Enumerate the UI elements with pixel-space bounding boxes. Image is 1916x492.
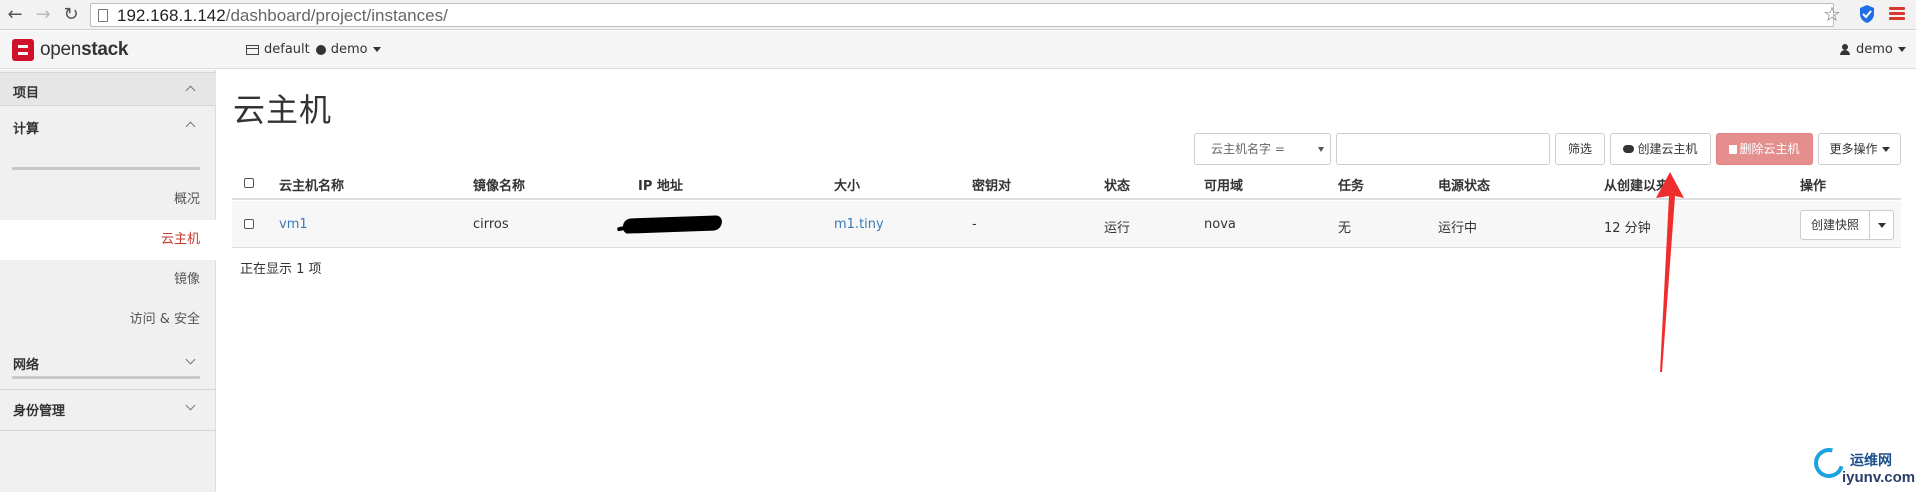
- column-header-task[interactable]: 任务: [1338, 175, 1364, 194]
- sidebar-section-compute[interactable]: 计算: [0, 114, 216, 144]
- url-host: 192.168.1.142: [117, 6, 226, 25]
- table-header: 云主机名称 镜像名称 IP 地址 大小 密钥对 状态 可用域 任务 电源状态 从…: [232, 166, 1901, 200]
- redaction-mark: [622, 215, 723, 234]
- chevron-down-icon: [185, 400, 196, 411]
- browser-menu-icon[interactable]: [1889, 7, 1905, 21]
- sidebar-section-label: 身份管理: [13, 404, 66, 419]
- openstack-logo-icon: [12, 39, 34, 61]
- logo-text: openstack: [40, 39, 129, 60]
- column-header-name[interactable]: 云主机名称: [279, 175, 344, 194]
- select-arrow-icon: [1318, 147, 1324, 152]
- column-header-size[interactable]: 大小: [834, 175, 860, 194]
- sidebar-section-label: 网络: [13, 358, 40, 373]
- page-icon: [98, 9, 108, 22]
- column-header-power[interactable]: 电源状态: [1438, 175, 1490, 194]
- sidebar: 项目 计算 概况 云主机 镜像 访问 & 安全 网络 身份管理: [0, 70, 216, 492]
- chevron-up-icon: [185, 121, 196, 132]
- sidebar-item-overview[interactable]: 概况: [0, 180, 216, 220]
- sidebar-divider: [0, 430, 216, 431]
- forward-arrow-icon[interactable]: →: [32, 3, 54, 27]
- filter-field-label: 云主机名字 =: [1211, 142, 1285, 156]
- caret-down-icon: [1897, 47, 1906, 52]
- section-underline: [12, 376, 200, 379]
- filter-input[interactable]: [1336, 133, 1550, 165]
- column-header-age[interactable]: 从创建以来: [1604, 175, 1669, 194]
- column-header-image[interactable]: 镜像名称: [473, 175, 525, 194]
- url-path: /dashboard/project/instances/: [225, 6, 448, 25]
- section-underline: [12, 167, 200, 170]
- sidebar-divider: [0, 389, 216, 390]
- page-title: 云主机: [233, 91, 333, 129]
- user-name: demo: [1856, 42, 1893, 57]
- sidebar-item-images[interactable]: 镜像: [0, 260, 216, 300]
- create-snapshot-button[interactable]: 创建快照: [1801, 211, 1870, 239]
- trash-icon: [1729, 145, 1738, 154]
- project-switcher[interactable]: default demo: [246, 42, 381, 57]
- watermark-en: iyunv.com: [1842, 469, 1916, 486]
- instance-age: 12 分钟: [1604, 221, 1651, 236]
- create-instance-label: 创建云主机: [1637, 142, 1698, 156]
- project-name: demo: [330, 42, 368, 57]
- sidebar-item-access-security[interactable]: 访问 & 安全: [0, 300, 216, 340]
- instance-image: cirros: [473, 217, 509, 232]
- row-actions-dropdown-toggle[interactable]: [1871, 211, 1893, 239]
- row-action-group: 创建快照: [1800, 210, 1894, 240]
- instance-zone: nova: [1204, 217, 1236, 232]
- reload-icon[interactable]: ↻: [60, 3, 82, 27]
- row-checkbox[interactable]: [244, 219, 254, 229]
- instance-power-state: 运行中: [1438, 221, 1478, 236]
- filter-field-select[interactable]: 云主机名字 =: [1194, 133, 1331, 165]
- chevron-up-icon: [185, 85, 196, 96]
- column-header-ip[interactable]: IP 地址: [638, 175, 683, 194]
- user-icon: [1840, 44, 1850, 55]
- dot-separator-icon: [315, 44, 326, 55]
- domain-name: default: [264, 42, 310, 57]
- instance-task: 无: [1338, 221, 1352, 236]
- caret-down-icon: [372, 47, 381, 52]
- watermark-logo: 运维网 iyunv.com: [1808, 442, 1916, 492]
- delete-instances-label: 删除云主机: [1739, 142, 1800, 156]
- browser-toolbar: ← → ↻ 192.168.1.142/dashboard/project/in…: [0, 0, 1916, 30]
- address-bar[interactable]: 192.168.1.142/dashboard/project/instance…: [90, 3, 1834, 27]
- select-all-checkbox[interactable]: [244, 178, 254, 188]
- openstack-logo[interactable]: openstack: [12, 39, 128, 61]
- sidebar-item-instances[interactable]: 云主机: [0, 220, 216, 260]
- cloud-upload-icon: [1623, 145, 1635, 153]
- instance-size-link[interactable]: m1.tiny: [834, 217, 884, 232]
- column-header-zone[interactable]: 可用域: [1204, 175, 1243, 194]
- filter-button[interactable]: 筛选: [1555, 133, 1605, 165]
- instance-status: 运行: [1104, 221, 1131, 236]
- column-header-actions: 操作: [1800, 179, 1827, 194]
- app-header: openstack default demo demo: [0, 31, 1916, 69]
- watermark-cn: 运维网: [1850, 453, 1892, 469]
- delete-instances-button[interactable]: 删除云主机: [1716, 133, 1813, 165]
- domain-icon: [246, 44, 259, 55]
- more-actions-label: 更多操作: [1829, 142, 1878, 156]
- more-actions-button[interactable]: 更多操作: [1818, 133, 1901, 165]
- chevron-down-icon: [185, 354, 196, 365]
- sidebar-section-project[interactable]: 项目: [0, 72, 216, 106]
- column-header-status[interactable]: 状态: [1104, 175, 1130, 194]
- shield-extension-icon[interactable]: [1858, 4, 1876, 24]
- back-arrow-icon[interactable]: ←: [4, 3, 26, 27]
- instance-keypair: -: [972, 217, 977, 232]
- column-header-keypair[interactable]: 密钥对: [972, 175, 1011, 194]
- user-menu[interactable]: demo: [1840, 42, 1906, 57]
- bookmark-star-icon[interactable]: ☆: [1823, 2, 1841, 26]
- caret-down-icon: [1881, 147, 1890, 152]
- instance-name-link[interactable]: vm1: [279, 217, 308, 232]
- sidebar-section-label: 计算: [13, 122, 40, 137]
- table-row: vm1 cirros m1.tiny - 运行 nova 无 运行中 12 分钟…: [232, 201, 1901, 248]
- create-instance-button[interactable]: 创建云主机: [1610, 133, 1711, 165]
- sidebar-section-identity[interactable]: 身份管理: [0, 400, 216, 426]
- sidebar-section-label: 项目: [13, 86, 40, 101]
- url-text[interactable]: 192.168.1.142/dashboard/project/instance…: [117, 6, 448, 26]
- item-count: 正在显示 1 项: [240, 262, 322, 277]
